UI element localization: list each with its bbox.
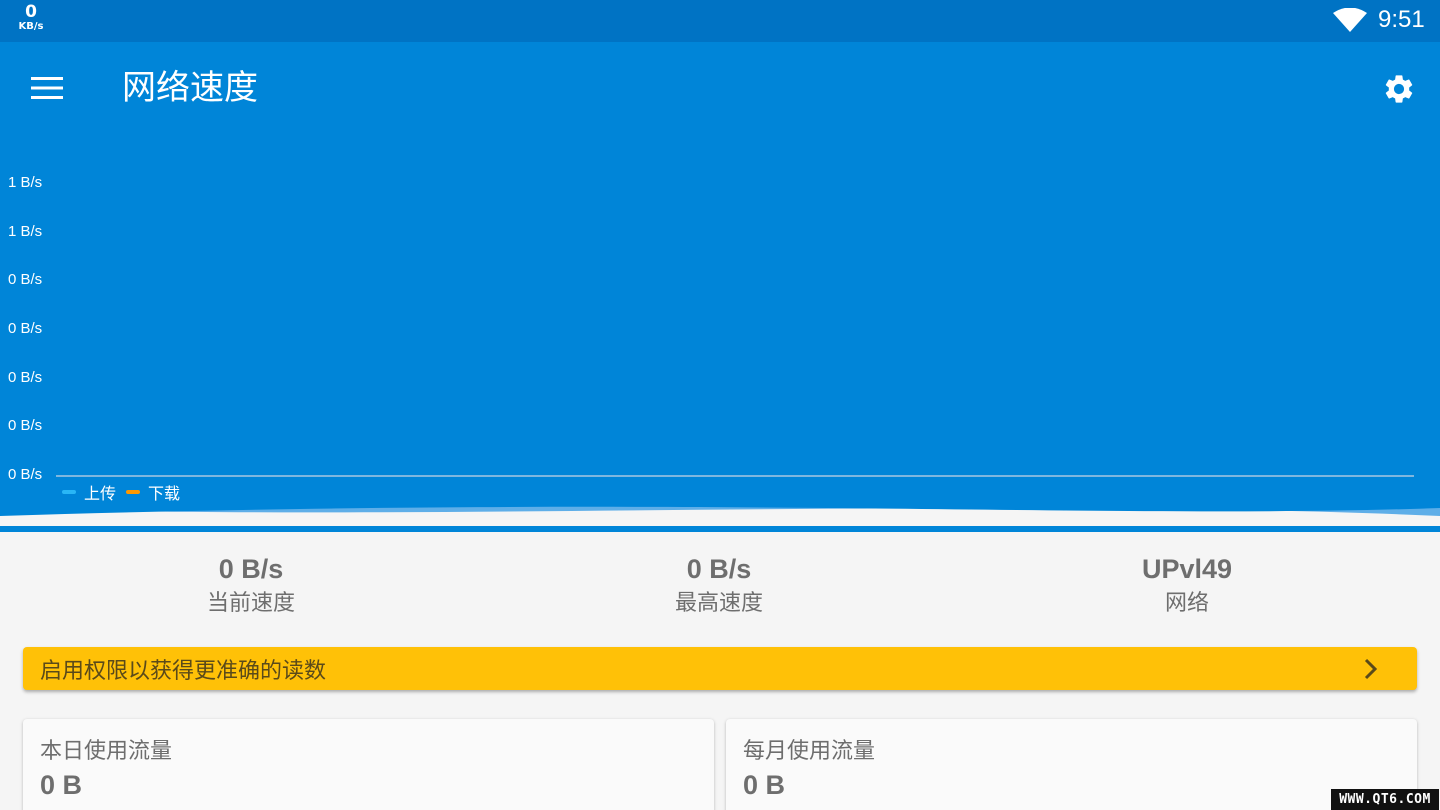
- speed-chart: 1 B/s 1 B/s 0 B/s 0 B/s 0 B/s 0 B/s 0 B/s 上传 下…: [0, 42, 1440, 532]
- daily-usage-label: 本日使用流量: [40, 739, 173, 764]
- monthly-usage-value: 0 B: [743, 770, 786, 800]
- y-tick-label: 1 B/s: [8, 174, 43, 191]
- chart-legend: 上传 下载: [62, 480, 190, 504]
- y-tick-label: 0 B/s: [8, 320, 43, 337]
- stat-network: UPvl49 网络: [1027, 548, 1347, 618]
- legend-swatch-upload: [62, 490, 76, 494]
- network-name-value: UPvl49: [1141, 554, 1233, 584]
- net-speed-value: 0: [25, 2, 37, 22]
- wave-divider: [0, 502, 1440, 526]
- network-label: 网络: [1164, 591, 1209, 616]
- status-bar: 0 KB/s 9:51: [0, 0, 1440, 42]
- chevron-right-icon: [1364, 658, 1378, 680]
- max-speed-label: 最高速度: [674, 591, 763, 616]
- chart-x-axis: [56, 475, 1414, 477]
- net-speed-unit: KB/s: [18, 21, 44, 32]
- net-speed-indicator: 0 KB/s: [16, 4, 46, 32]
- app-bar: 网络速度 1 B/s 1 B/s 0 B/s 0 B/s 0 B/s 0 B/s 0 B/s…: [0, 42, 1440, 532]
- current-speed-label: 当前速度: [206, 591, 295, 616]
- y-tick-label: 0 B/s: [8, 271, 43, 289]
- permission-banner-text: 启用权限以获得更准确的读数: [40, 658, 327, 684]
- y-tick-label: 1 B/s: [8, 222, 43, 240]
- legend-label-upload: 上传: [84, 484, 117, 503]
- current-speed-value: 0 B/s: [218, 554, 284, 584]
- permission-banner[interactable]: 启用权限以获得更准确的读数: [23, 647, 1417, 690]
- wifi-icon: [1333, 8, 1367, 32]
- clock: 9:51: [1378, 6, 1425, 33]
- y-tick-label: 0 B/s: [8, 466, 43, 483]
- monthly-usage-label: 每月使用流量: [743, 739, 876, 764]
- daily-usage-card[interactable]: 本日使用流量 0 B: [23, 719, 714, 810]
- speed-stats: 0 B/s 当前速度 0 B/s 最高速度 UPvl49 网络: [0, 548, 1440, 628]
- max-speed-value: 0 B/s: [686, 554, 752, 584]
- monthly-usage-card[interactable]: 每月使用流量 0 B: [726, 719, 1417, 810]
- stat-max-speed: 0 B/s 最高速度: [559, 548, 879, 618]
- legend-swatch-download: [126, 490, 141, 494]
- y-tick-label: 0 B/s: [8, 417, 43, 435]
- legend-label-download: 下载: [148, 484, 181, 503]
- stat-current-speed: 0 B/s 当前速度: [91, 548, 411, 618]
- daily-usage-value: 0 B: [40, 770, 83, 800]
- y-tick-label: 0 B/s: [8, 368, 43, 386]
- site-watermark: WWW.QT6.COM: [1331, 789, 1439, 810]
